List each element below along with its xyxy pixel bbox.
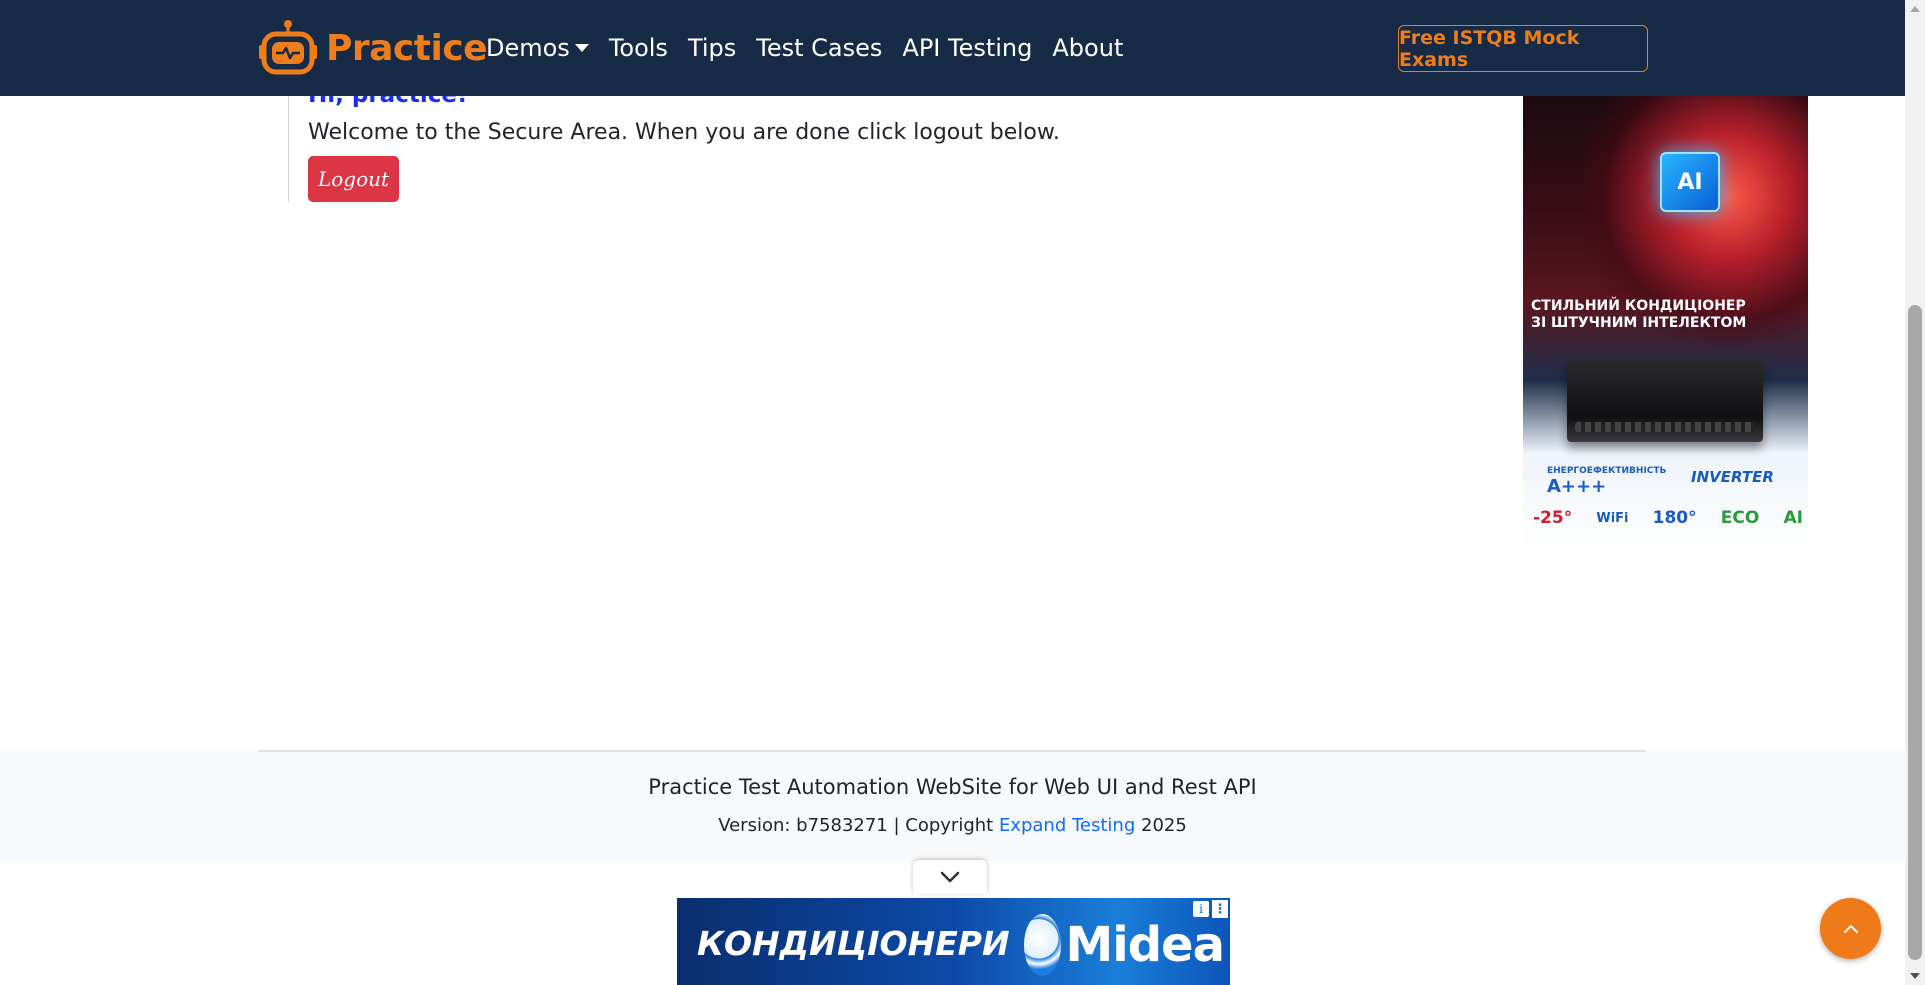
footer-version-text: Version: b7583271 | Copyright	[718, 815, 999, 836]
bottom-anchor-advertisement[interactable]: КОНДИЦІОНЕРИ Midea	[677, 898, 1230, 985]
nav-tips[interactable]: Tips	[688, 34, 736, 62]
ad-choices: i ⋮	[1192, 900, 1228, 918]
eco-icon: ECO	[1720, 508, 1760, 528]
air-conditioner-image	[1567, 360, 1763, 442]
top-navbar: Practice Demos Tools Tips Test Cases API…	[0, 0, 1905, 96]
ai-chip-icon: AI	[1660, 152, 1720, 212]
footer-divider	[258, 750, 1646, 752]
caret-down-icon	[574, 44, 589, 52]
scroll-up-arrow-icon[interactable]	[1910, 6, 1920, 12]
heating-temp-icon: -25°	[1533, 508, 1573, 528]
inverter-badge: INVERTER	[1691, 468, 1774, 486]
scroll-to-top-button[interactable]	[1820, 898, 1881, 959]
expand-testing-link[interactable]: Expand Testing	[999, 815, 1135, 836]
chevron-up-icon	[1843, 924, 1858, 933]
nav-menu: Demos Tools Tips Test Cases API Testing …	[486, 28, 1143, 68]
footer-version-line: Version: b7583271 | Copyright Expand Tes…	[0, 815, 1905, 836]
footer-title: Practice Test Automation WebSite for Web…	[648, 775, 1257, 799]
nav-test-cases[interactable]: Test Cases	[756, 34, 882, 62]
ad-brand-name: Midea	[1065, 917, 1225, 973]
scrollbar-thumb[interactable]	[1908, 305, 1922, 960]
rotation-180-icon: 180°	[1652, 508, 1697, 528]
chevron-down-icon	[940, 871, 960, 883]
collapse-ad-button[interactable]	[913, 860, 987, 894]
welcome-message: Welcome to the Secure Area. When you are…	[308, 120, 1060, 145]
istqb-mock-exams-button[interactable]: Free ISTQB Mock Exams	[1398, 25, 1648, 72]
midea-logo-icon	[1024, 914, 1062, 976]
nav-about[interactable]: About	[1052, 34, 1123, 62]
ad-feature-icons: -25° WiFi 180° ECO AI	[1533, 508, 1803, 528]
nav-api-testing[interactable]: API Testing	[902, 34, 1032, 62]
ad-headline-line-1: СТИЛЬНИЙ КОНДИЦІОНЕР	[1531, 298, 1746, 314]
scroll-down-arrow-icon[interactable]	[1910, 973, 1920, 979]
ad-info-icon[interactable]: i	[1192, 900, 1210, 918]
ad-menu-icon[interactable]: ⋮	[1212, 900, 1228, 918]
nav-demos-dropdown[interactable]: Demos	[486, 34, 589, 62]
ad-banner-text: КОНДИЦІОНЕРИ	[697, 924, 1010, 963]
footer-year: 2025	[1135, 815, 1187, 836]
side-advertisement[interactable]: AI СТИЛЬНИЙ КОНДИЦІОНЕР ЗІ ШТУЧНИМ ІНТЕЛ…	[1523, 96, 1808, 554]
logout-button[interactable]: Logout	[308, 156, 399, 202]
page-scrollbar[interactable]	[1905, 0, 1925, 985]
brand-name: Practice	[326, 27, 488, 69]
page-footer: Practice Test Automation WebSite for Web…	[0, 750, 1905, 861]
efficiency-class: A+++	[1547, 476, 1607, 497]
nav-demos-label: Demos	[486, 34, 570, 62]
robot-logo-icon	[259, 20, 317, 75]
ad-headline: СТИЛЬНИЙ КОНДИЦІОНЕР ЗІ ШТУЧНИМ ІНТЕЛЕКТ…	[1531, 298, 1801, 332]
ai-icon: AI	[1783, 508, 1803, 528]
efficiency-label: ЕНЕРГОЕФЕКТИВНІСТЬ	[1547, 466, 1667, 476]
brand-logo-link[interactable]: Practice	[258, 18, 488, 78]
ad-headline-line-2: ЗІ ШТУЧНИМ ІНТЕЛЕКТОМ	[1531, 315, 1747, 331]
nav-tools[interactable]: Tools	[609, 34, 668, 62]
wifi-ready-icon: WiFi	[1596, 510, 1629, 526]
